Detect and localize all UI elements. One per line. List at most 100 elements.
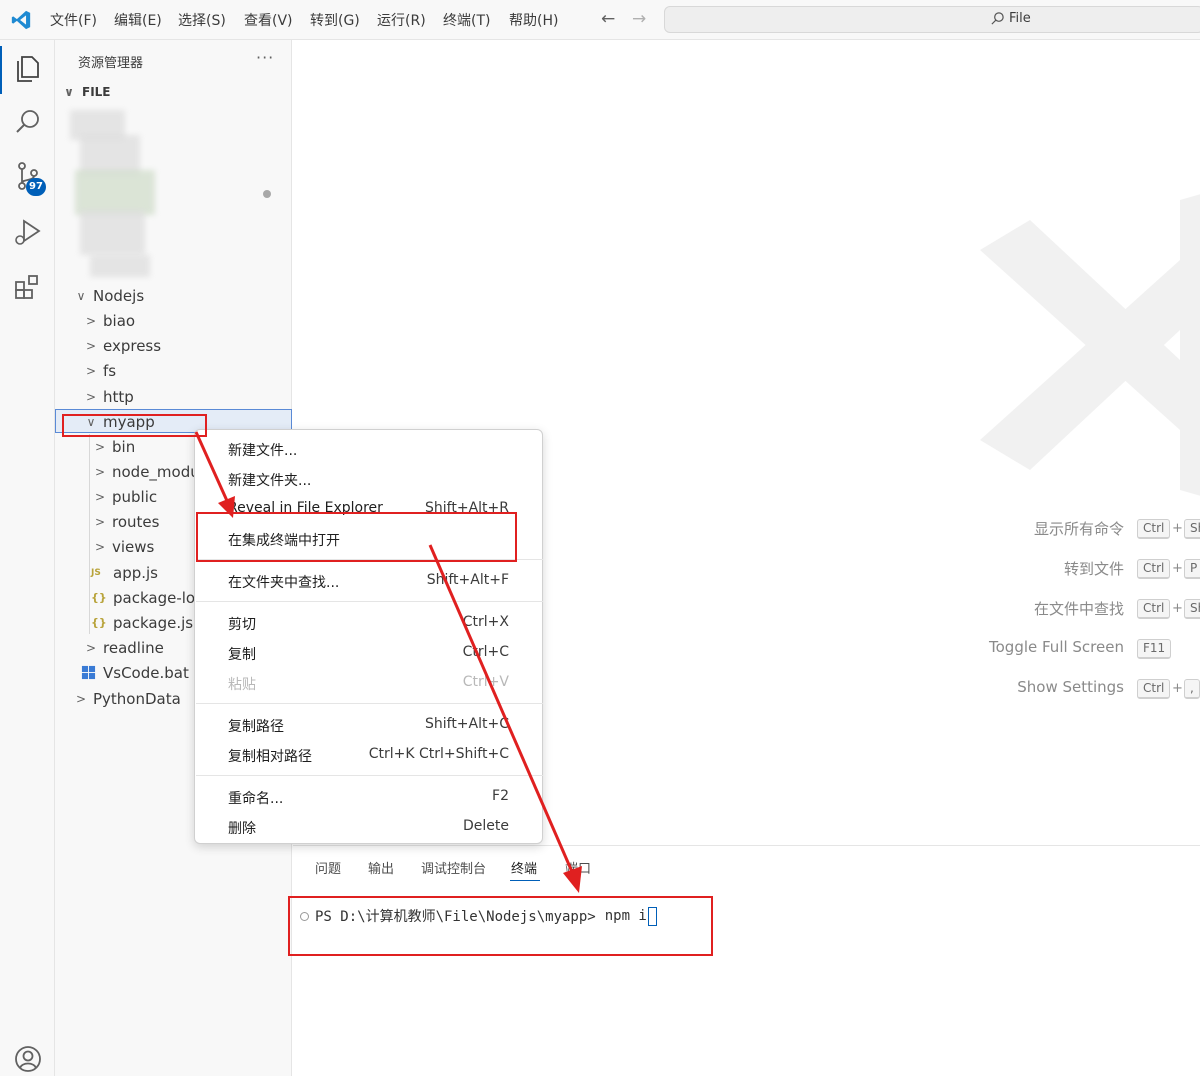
chevron-right-icon: > bbox=[75, 691, 87, 706]
tab-debug-console[interactable]: 调试控制台 bbox=[421, 858, 486, 877]
tree-folder-express[interactable]: > express bbox=[84, 333, 161, 358]
tree-label: public bbox=[112, 487, 158, 506]
account-icon[interactable] bbox=[12, 1043, 44, 1075]
shortcut-label: 在文件中查找 bbox=[1033, 600, 1124, 618]
menu-go[interactable]: 转到(G) bbox=[310, 10, 360, 30]
blurred-region bbox=[80, 210, 145, 255]
explorer-title: 资源管理器 bbox=[78, 56, 144, 71]
chevron-right-icon: > bbox=[94, 464, 106, 479]
run-debug-icon[interactable] bbox=[12, 216, 44, 248]
menu-item-rename[interactable]: 重命名... F2 bbox=[195, 783, 542, 811]
tree-folder-pythondata[interactable]: > PythonData bbox=[74, 686, 181, 711]
key-cap: P bbox=[1184, 559, 1200, 579]
chevron-down-icon: ∨ bbox=[76, 288, 86, 303]
menu-item-copy-path[interactable]: 复制路径 Shift+Alt+C bbox=[195, 711, 542, 739]
menu-item-label: 粘贴 bbox=[228, 677, 256, 693]
menu-item-copy[interactable]: 复制 Ctrl+C bbox=[195, 639, 542, 667]
tree-file-app-js[interactable]: JS app.js bbox=[91, 560, 158, 585]
chevron-right-icon: > bbox=[85, 640, 97, 655]
shortcut-label: 显示所有命令 bbox=[1033, 520, 1124, 538]
section-header-file[interactable]: ∨ FILE bbox=[62, 85, 111, 99]
tree-folder-readline[interactable]: > readline bbox=[84, 635, 164, 660]
forward-arrow-icon[interactable]: → bbox=[632, 9, 646, 29]
tree-file-vscode-bat[interactable]: VsCode.bat bbox=[81, 660, 189, 685]
vscode-watermark-icon bbox=[980, 194, 1200, 496]
title-bar: 文件(F) 编辑(E) 选择(S) 查看(V) 转到(G) 运行(R) 终端(T… bbox=[0, 0, 1200, 40]
scm-count-badge: 97 bbox=[26, 178, 46, 196]
menu-item-shortcut: F2 bbox=[492, 788, 509, 804]
menu-item-shortcut: Ctrl+K Ctrl+Shift+C bbox=[368, 746, 509, 762]
menu-file[interactable]: 文件(F) bbox=[50, 10, 97, 30]
key-cap: Sh bbox=[1184, 519, 1200, 539]
menu-item-new-folder[interactable]: 新建文件夹... bbox=[195, 465, 542, 493]
blurred-region bbox=[90, 255, 150, 277]
menu-item-delete[interactable]: 删除 Delete bbox=[195, 813, 542, 841]
menu-item-label: 复制相对路径 bbox=[228, 749, 312, 765]
menu-item-find-in-folder[interactable]: 在文件夹中查找... Shift+Alt+F bbox=[195, 567, 542, 595]
tree-folder-http[interactable]: > http bbox=[84, 384, 134, 409]
tab-problems[interactable]: 问题 bbox=[315, 858, 341, 877]
menu-item-new-file[interactable]: 新建文件... bbox=[195, 435, 542, 463]
menu-view[interactable]: 查看(V) bbox=[244, 10, 293, 30]
menu-item-cut[interactable]: 剪切 Ctrl+X bbox=[195, 609, 542, 637]
tab-ports[interactable]: 端口 bbox=[565, 858, 591, 877]
shortcut-label: Toggle Full Screen bbox=[989, 638, 1124, 656]
search-icon[interactable] bbox=[12, 106, 44, 138]
tree-file-package-lock[interactable]: {} package-loc bbox=[91, 585, 203, 610]
tree-label: VsCode.bat bbox=[103, 663, 189, 682]
chevron-right-icon: > bbox=[94, 489, 106, 504]
menu-separator bbox=[196, 703, 543, 704]
tree-folder-node-modules[interactable]: > node_modul bbox=[93, 459, 204, 484]
explorer-icon[interactable] bbox=[12, 52, 44, 84]
section-title: FILE bbox=[82, 85, 111, 99]
key-cap: , bbox=[1184, 679, 1200, 699]
tree-folder-public[interactable]: > public bbox=[93, 484, 157, 509]
menu-help[interactable]: 帮助(H) bbox=[509, 10, 558, 30]
chevron-right-icon: > bbox=[85, 389, 97, 404]
tree-label: fs bbox=[103, 361, 117, 380]
menu-terminal[interactable]: 终端(T) bbox=[443, 10, 490, 30]
tree-label: readline bbox=[103, 638, 164, 657]
chevron-right-icon: > bbox=[85, 363, 97, 378]
menu-item-shortcut: Shift+Alt+F bbox=[426, 572, 509, 588]
tab-terminal[interactable]: 终端 bbox=[511, 858, 537, 877]
menu-run[interactable]: 运行(R) bbox=[377, 10, 426, 30]
tree-folder-nodejs[interactable]: ∨ Nodejs bbox=[74, 283, 145, 308]
chevron-right-icon: > bbox=[85, 313, 97, 328]
menu-item-label: 新建文件夹... bbox=[228, 473, 312, 489]
chevron-right-icon: > bbox=[85, 338, 97, 353]
active-indicator bbox=[0, 46, 2, 94]
tree-label: bin bbox=[112, 437, 136, 456]
menu-separator bbox=[196, 601, 543, 602]
tree-folder-fs[interactable]: > fs bbox=[84, 358, 116, 383]
menu-separator bbox=[196, 775, 543, 776]
tree-folder-views[interactable]: > views bbox=[93, 534, 154, 559]
tree-label: express bbox=[103, 336, 162, 355]
search-icon bbox=[991, 12, 1004, 25]
menu-edit[interactable]: 编辑(E) bbox=[114, 10, 162, 30]
key-cap: Sh bbox=[1184, 599, 1200, 619]
key-plus: + bbox=[1172, 561, 1183, 576]
menu-item-copy-relative-path[interactable]: 复制相对路径 Ctrl+K Ctrl+Shift+C bbox=[195, 741, 542, 769]
annotation-box-myapp bbox=[62, 414, 207, 437]
menu-item-label: 重命名... bbox=[228, 791, 284, 807]
command-center-search[interactable]: File bbox=[664, 6, 1200, 33]
menu-item-label: 在文件夹中查找... bbox=[228, 575, 340, 591]
tab-output[interactable]: 输出 bbox=[368, 858, 394, 877]
extensions-icon[interactable] bbox=[12, 272, 44, 304]
windows-icon bbox=[81, 665, 96, 680]
shortcut-label: 转到文件 bbox=[1063, 560, 1124, 578]
more-actions-icon[interactable]: ··· bbox=[256, 48, 274, 67]
tree-file-package-json[interactable]: {} package.jsor bbox=[91, 610, 208, 635]
json-file-icon: {} bbox=[91, 616, 107, 629]
activity-bar bbox=[0, 40, 55, 1076]
chevron-right-icon: > bbox=[94, 514, 106, 529]
tree-folder-routes[interactable]: > routes bbox=[93, 509, 159, 534]
menu-item-shortcut: Ctrl+X bbox=[462, 614, 509, 630]
chevron-down-icon: ∨ bbox=[64, 85, 74, 99]
menu-selection[interactable]: 选择(S) bbox=[178, 10, 226, 30]
tree-folder-bin[interactable]: > bin bbox=[93, 434, 135, 459]
tree-folder-biao[interactable]: > biao bbox=[84, 308, 135, 333]
menu-item-label: 删除 bbox=[228, 821, 256, 837]
back-arrow-icon[interactable]: ← bbox=[601, 9, 615, 29]
